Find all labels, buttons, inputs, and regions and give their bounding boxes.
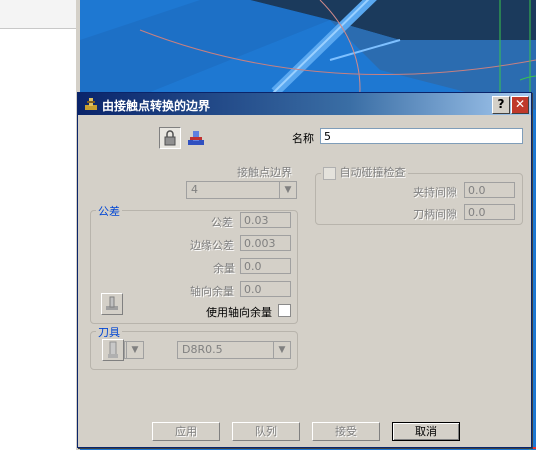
thickness-label: 余量 <box>213 262 235 275</box>
holder-clearance-label: 夹持间隙 <box>413 186 457 199</box>
name-field[interactable]: 5 <box>320 128 523 144</box>
axial-thickness-label: 轴向余量 <box>190 285 234 298</box>
boundary-tolerance-field[interactable]: 0.003 <box>240 235 291 251</box>
contact-boundary-select[interactable]: 4 ▼ <box>186 181 297 199</box>
dialog-title: 由接触点转换的边界 <box>102 99 211 113</box>
dialog-titlebar[interactable]: 由接触点转换的边界 ? ✕ <box>78 93 531 115</box>
shank-clearance-field[interactable]: 0.0 <box>464 204 515 220</box>
cancel-button[interactable]: 取消 <box>392 422 460 441</box>
use-axial-thickness-checkbox[interactable] <box>278 304 291 317</box>
boundary-app-icon <box>85 98 97 110</box>
left-panel-toolbar <box>0 0 76 29</box>
tool-type-dropdown[interactable]: ▼ <box>124 341 144 359</box>
dropdown-arrow-icon: ▼ <box>279 182 296 198</box>
contact-boundary-label: 接触点边界 <box>237 166 292 179</box>
thickness-icon[interactable] <box>101 293 123 315</box>
dropdown-arrow-icon: ▼ <box>273 342 290 358</box>
close-icon[interactable]: ✕ <box>511 96 529 114</box>
left-panel <box>0 0 80 450</box>
axial-thickness-field[interactable]: 0.0 <box>240 281 291 297</box>
holder-clearance-field[interactable]: 0.0 <box>464 182 515 198</box>
tool-group-title: 刀具 <box>96 324 122 340</box>
help-icon[interactable]: ? <box>492 96 510 114</box>
boundary-tolerance-label: 边缘公差 <box>190 239 234 252</box>
dropdown-arrow-icon: ▼ <box>126 342 143 358</box>
use-axial-thickness-label: 使用轴向余量 <box>206 306 272 319</box>
tolerance-label: 公差 <box>211 216 233 229</box>
tool-holder-icon[interactable] <box>102 339 124 361</box>
accept-button[interactable]: 接受 <box>312 422 380 441</box>
collision-label: 自动碰撞检查 <box>339 166 406 179</box>
collision-checkbox[interactable] <box>323 166 336 180</box>
tool-select[interactable]: D8R0.5 ▼ <box>177 341 291 359</box>
queue-button[interactable]: 队列 <box>232 422 300 441</box>
apply-button[interactable]: 应用 <box>152 422 220 441</box>
contact-boundary-value: 4 <box>191 183 198 196</box>
tool-stack-icon[interactable] <box>185 127 207 149</box>
collision-group-header: 自动碰撞检查 <box>321 164 408 180</box>
shank-clearance-label: 刀柄间隙 <box>413 208 457 221</box>
tolerance-field[interactable]: 0.03 <box>240 212 291 228</box>
name-label: 名称 <box>292 132 314 145</box>
tolerance-group-title: 公差 <box>96 203 122 219</box>
tool-value: D8R0.5 <box>182 343 223 356</box>
lock-icon[interactable] <box>159 127 181 149</box>
thickness-field[interactable]: 0.0 <box>240 258 291 274</box>
boundary-dialog: 由接触点转换的边界 ? ✕ 名称 5 接触点边界 4 ▼ 自动碰撞检查 夹持间隙… <box>77 92 532 448</box>
